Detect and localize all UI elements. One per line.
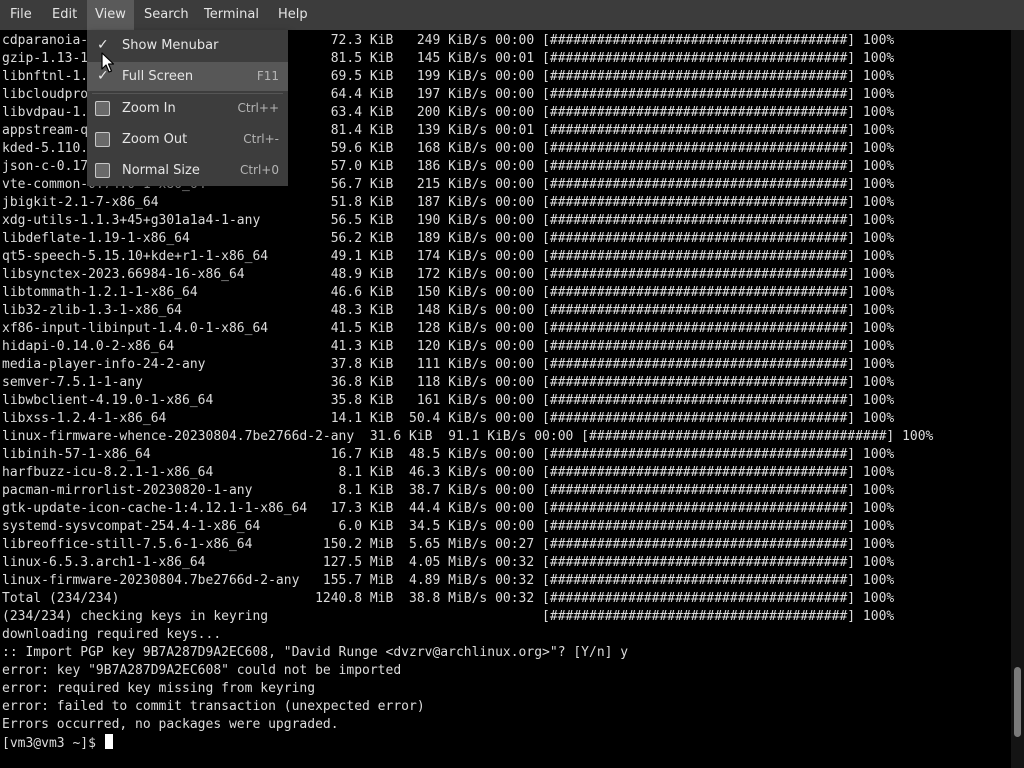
menu-item-label: Full Screen bbox=[122, 69, 194, 84]
terminal-line: downloading required keys... bbox=[2, 627, 222, 642]
terminal-line: linux-6.5.3.arch1-1-x86_64 127.5 MiB 4.0… bbox=[2, 555, 895, 570]
terminal-line: systemd-sysvcompat-254.4-1-x86_64 6.0 Ki… bbox=[2, 519, 895, 534]
view-menu-dropdown: ✓ Show Menubar ✓ Full Screen F11 Zoom In… bbox=[87, 30, 288, 186]
shortcut-label: Ctrl++ bbox=[237, 101, 279, 115]
terminal-line: libdeflate-1.19-1-x86_64 56.2 KiB 189 Ki… bbox=[2, 231, 895, 246]
menu-item-label: Normal Size bbox=[122, 163, 200, 178]
menu-file[interactable]: File bbox=[2, 0, 40, 30]
terminal-line: linux-firmware-whence-20230804.7be2766d-… bbox=[2, 429, 934, 444]
terminal-line: qt5-speech-5.15.10+kde+r1-1-x86_64 49.1 … bbox=[2, 249, 895, 264]
terminal-line: gtk-update-icon-cache-1:4.12.1-1-x86_64 … bbox=[2, 501, 895, 516]
terminal-line: libreoffice-still-7.5.6-1-x86_64 150.2 M… bbox=[2, 537, 895, 552]
zoom-reset-icon bbox=[95, 163, 110, 178]
terminal-line: linux-firmware-20230804.7be2766d-2-any 1… bbox=[2, 573, 895, 588]
text-cursor bbox=[104, 734, 113, 749]
terminal-line: libinih-57-1-x86_64 16.7 KiB 48.5 KiB/s … bbox=[2, 447, 895, 462]
menu-edit[interactable]: Edit bbox=[44, 0, 85, 30]
terminal-line: semver-7.5.1-1-any 36.8 KiB 118 KiB/s 00… bbox=[2, 375, 895, 390]
zoom-out-icon bbox=[95, 132, 110, 147]
terminal-line: error: required key missing from keyring bbox=[2, 681, 316, 696]
shortcut-label: Ctrl+- bbox=[243, 132, 279, 146]
menu-item-normal-size[interactable]: Normal Size Ctrl+0 bbox=[87, 156, 288, 185]
menu-item-label: Zoom Out bbox=[122, 132, 188, 147]
menu-item-zoom-in[interactable]: Zoom In Ctrl++ bbox=[87, 94, 288, 123]
terminal-line: lib32-zlib-1.3-1-x86_64 48.3 KiB 148 KiB… bbox=[2, 303, 895, 318]
menu-terminal[interactable]: Terminal bbox=[196, 0, 267, 30]
scrollbar-thumb[interactable] bbox=[1014, 667, 1021, 737]
terminal-line: xf86-input-libinput-1.4.0-1-x86_64 41.5 … bbox=[2, 321, 895, 336]
menu-view[interactable]: View bbox=[87, 0, 134, 30]
terminal-line: :: Import PGP key 9B7A287D9A2EC608, "Dav… bbox=[2, 645, 629, 660]
terminal-line: xdg-utils-1.1.3+45+g301a1a4-1-any 56.5 K… bbox=[2, 213, 895, 228]
menubar: File Edit View Search Terminal Help bbox=[0, 0, 1024, 30]
terminal-line: Total (234/234) 1240.8 MiB 38.8 MiB/s 00… bbox=[2, 591, 895, 606]
menu-item-show-menubar[interactable]: ✓ Show Menubar bbox=[87, 31, 288, 60]
shortcut-label: Ctrl+0 bbox=[239, 163, 279, 177]
terminal-line: hidapi-0.14.0-2-x86_64 41.3 KiB 120 KiB/… bbox=[2, 339, 895, 354]
menu-item-zoom-out[interactable]: Zoom Out Ctrl+- bbox=[87, 125, 288, 154]
terminal-line: libsynctex-2023.66984-16-x86_64 48.9 KiB… bbox=[2, 267, 895, 282]
terminal-line: libtommath-1.2.1-1-x86_64 46.6 KiB 150 K… bbox=[2, 285, 895, 300]
shell-prompt: [vm3@vm3 ~]$ bbox=[2, 736, 104, 751]
terminal-line: error: failed to commit transaction (une… bbox=[2, 699, 425, 714]
menu-item-label: Zoom In bbox=[122, 101, 176, 116]
terminal-line: (234/234) checking keys in keyring [####… bbox=[2, 609, 895, 624]
terminal-line: jbigkit-2.1-7-x86_64 51.8 KiB 187 KiB/s … bbox=[2, 195, 895, 210]
prompt-line: [vm3@vm3 ~]$ bbox=[2, 734, 113, 752]
terminal-line: media-player-info-24-2-any 37.8 KiB 111 … bbox=[2, 357, 895, 372]
terminal-line: Errors occurred, no packages were upgrad… bbox=[2, 717, 339, 732]
terminal-line: harfbuzz-icu-8.2.1-1-x86_64 8.1 KiB 46.3… bbox=[2, 465, 895, 480]
menu-item-full-screen[interactable]: ✓ Full Screen F11 bbox=[87, 62, 288, 91]
menu-item-label: Show Menubar bbox=[122, 38, 219, 53]
shortcut-label: F11 bbox=[256, 69, 279, 83]
menu-search[interactable]: Search bbox=[136, 0, 197, 30]
scrollbar[interactable] bbox=[1011, 30, 1024, 768]
terminal-line: libxss-1.2.4-1-x86_64 14.1 KiB 50.4 KiB/… bbox=[2, 411, 895, 426]
zoom-in-icon bbox=[95, 101, 110, 116]
mouse-pointer-icon bbox=[101, 52, 115, 73]
menu-help[interactable]: Help bbox=[270, 0, 316, 30]
terminal-line: pacman-mirrorlist-20230820-1-any 8.1 KiB… bbox=[2, 483, 895, 498]
terminal-line: libwbclient-4.19.0-1-x86_64 35.8 KiB 161… bbox=[2, 393, 895, 408]
terminal-line: error: key "9B7A287D9A2EC608" could not … bbox=[2, 663, 402, 678]
